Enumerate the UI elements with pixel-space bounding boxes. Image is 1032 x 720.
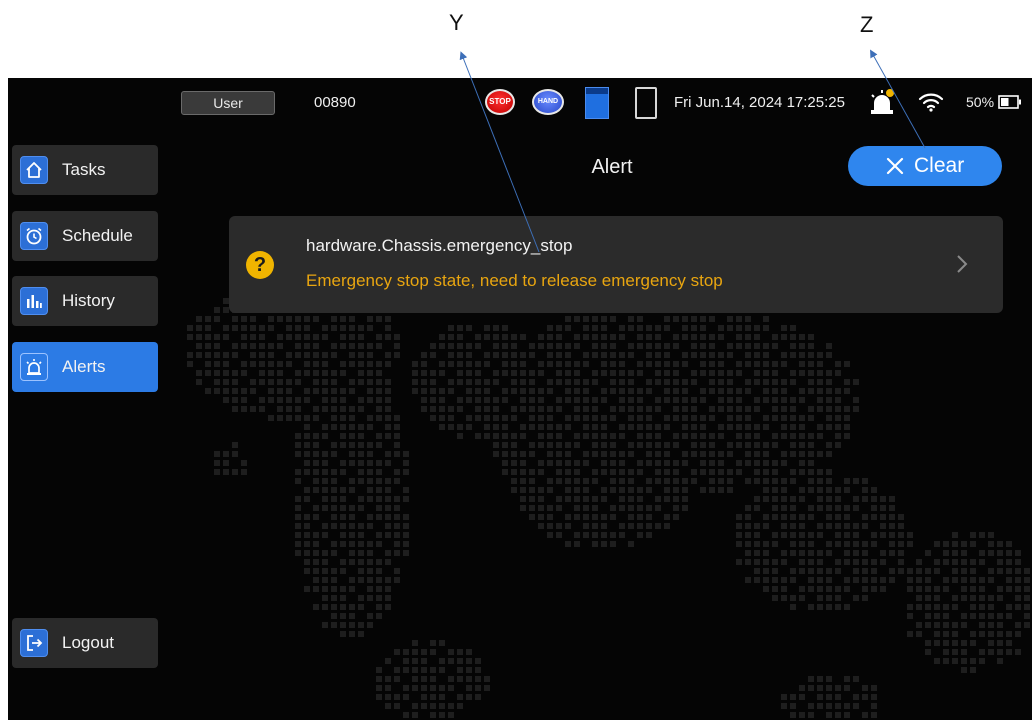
page: Y Z User 00890 STOP HAND Fri Jun.14, 202… — [0, 0, 1032, 720]
stop-button-icon[interactable]: STOP — [485, 89, 515, 115]
robot-id: 00890 — [314, 94, 356, 111]
alarm-bell-icon — [871, 89, 894, 114]
alert-message: Emergency stop state, need to release em… — [306, 271, 723, 290]
sidebar-item-label: History — [62, 291, 115, 310]
alert-siren-icon — [20, 353, 48, 381]
page-title: Alert — [591, 156, 633, 178]
battery-icon — [998, 95, 1021, 109]
callout-z-label: Z — [860, 12, 874, 37]
clear-button-label: Clear — [914, 154, 965, 177]
sidebar-item-label: Schedule — [62, 226, 133, 245]
sidebar-item-alerts[interactable]: Alerts — [12, 342, 158, 392]
alarm-clock-icon — [20, 222, 48, 250]
clear-button[interactable]: Clear — [848, 146, 1002, 186]
logout-label: Logout — [62, 633, 114, 652]
callout-y-label: Y — [449, 10, 464, 35]
blue-status-icon — [585, 87, 609, 119]
sidebar-item-label: Alerts — [62, 357, 106, 376]
sidebar-item-tasks[interactable]: Tasks — [12, 145, 158, 195]
sidebar-item-schedule[interactable]: Schedule — [12, 211, 158, 261]
bar-chart-icon — [20, 287, 48, 315]
battery-percent: 50% — [966, 94, 995, 110]
tablet-icon — [635, 87, 657, 119]
question-icon: ? — [246, 251, 274, 279]
status-bar: User 00890 STOP HAND Fri Jun.14, 2024 17… — [8, 78, 1032, 130]
logout-icon — [20, 629, 48, 657]
alert-item[interactable]: ? hardware.Chassis.emergency_stop Emerge… — [229, 216, 1003, 313]
sidebar-item-history[interactable]: History — [12, 276, 158, 326]
alert-code: hardware.Chassis.emergency_stop — [306, 236, 573, 255]
chevron-right-icon — [957, 255, 968, 273]
datetime: Fri Jun.14, 2024 17:25:25 — [674, 94, 845, 111]
home-icon — [20, 156, 48, 184]
hand-button-icon[interactable]: HAND — [532, 89, 564, 115]
user-button[interactable]: User — [181, 91, 275, 115]
sidebar-item-label: Tasks — [62, 160, 106, 179]
wifi-icon — [918, 93, 944, 112]
close-icon — [886, 157, 904, 175]
device-screen: User 00890 STOP HAND Fri Jun.14, 2024 17… — [8, 78, 1032, 720]
logout-button[interactable]: Logout — [12, 618, 158, 668]
